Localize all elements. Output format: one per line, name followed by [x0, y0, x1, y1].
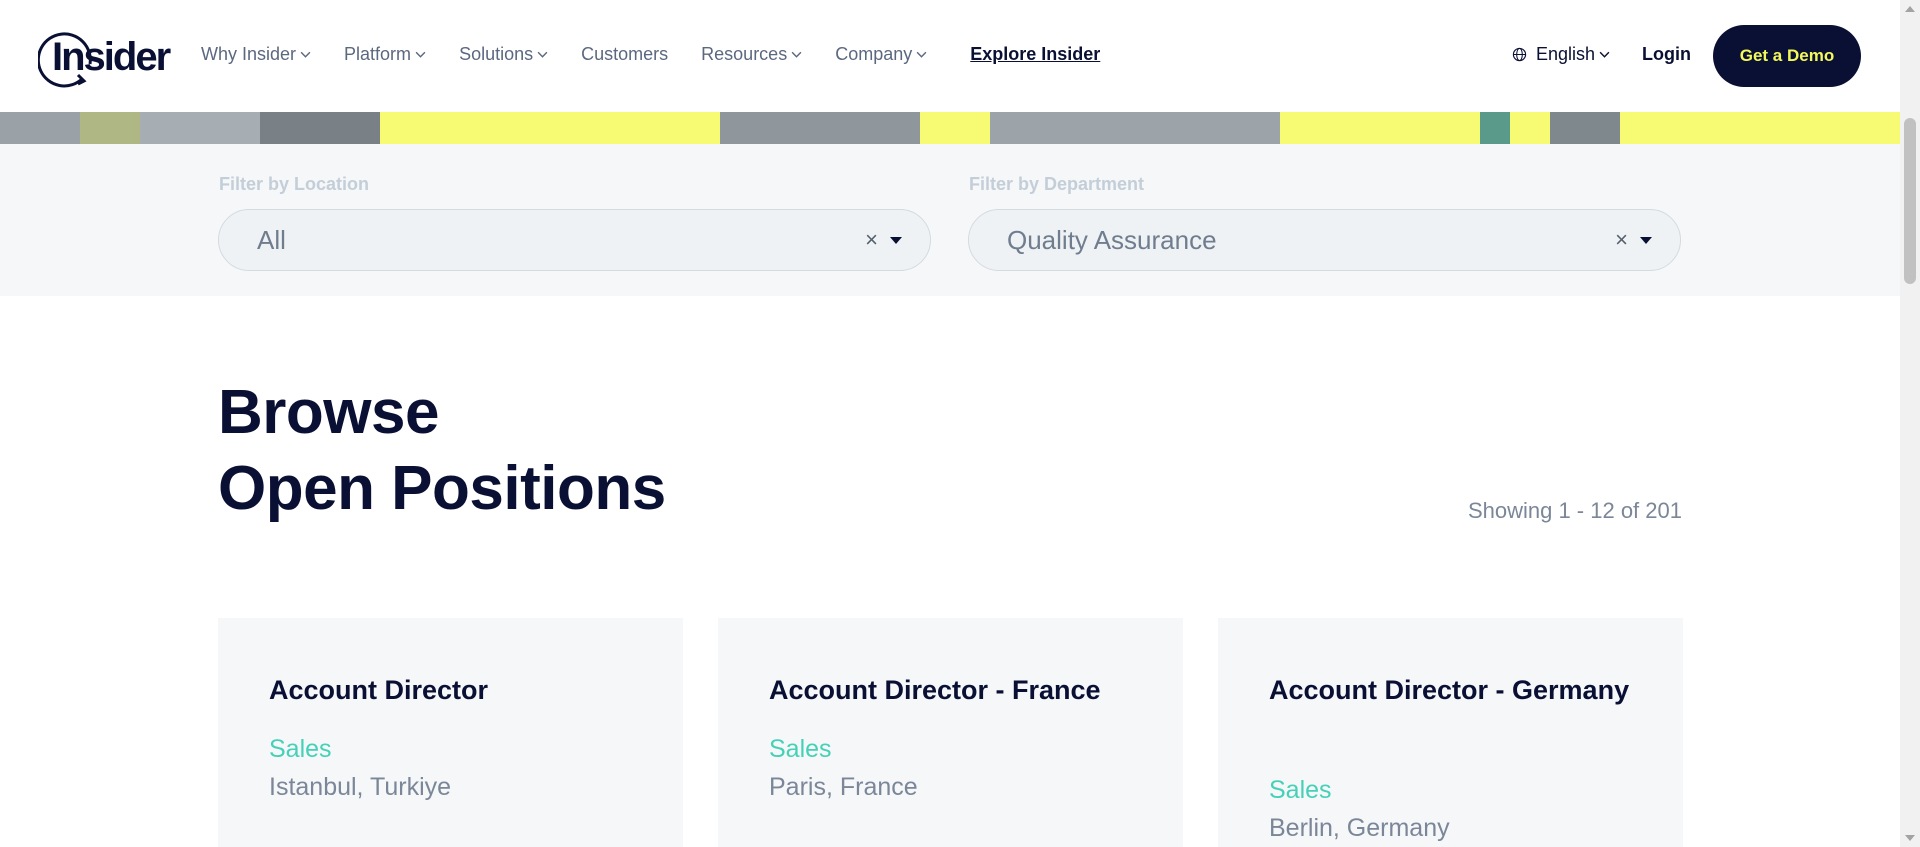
nav-solutions[interactable]: Solutions: [459, 44, 548, 65]
nav-label: Platform: [344, 44, 412, 64]
logo-text: Insider: [52, 34, 171, 79]
nav-label: Company: [835, 44, 913, 64]
scrollbar-thumb[interactable]: [1904, 118, 1916, 284]
page-title: Browse Open Positions: [218, 375, 666, 527]
main-nav: Why Insider Platform Solutions Customers…: [201, 44, 1133, 65]
nav-company[interactable]: Company: [835, 44, 927, 65]
job-location: Istanbul, Turkiye: [269, 773, 452, 801]
insider-logo[interactable]: Insider: [38, 26, 171, 88]
scroll-up-arrow-icon[interactable]: [1905, 6, 1915, 12]
clear-department-icon[interactable]: ×: [1615, 227, 1628, 253]
job-card[interactable]: Account Director - Germany Sales Berlin,…: [1218, 618, 1683, 847]
language-selector[interactable]: English: [1512, 44, 1610, 65]
job-department: Sales: [1269, 776, 1332, 804]
login-link[interactable]: Login: [1642, 44, 1691, 65]
nav-why-insider[interactable]: Why Insider: [201, 44, 311, 65]
chevron-down-icon: [1599, 51, 1610, 58]
filter-section: Filter by Location All × Filter by Depar…: [0, 144, 1900, 296]
clear-location-icon[interactable]: ×: [865, 227, 878, 253]
job-card[interactable]: Account Director Sales Istanbul, Turkiye: [218, 618, 683, 847]
department-filter-label: Filter by Department: [969, 174, 1145, 194]
get-a-demo-button[interactable]: Get a Demo: [1713, 25, 1861, 87]
site-header: Insider Why Insider Platform Solutions C…: [0, 0, 1900, 112]
page-scrollbar[interactable]: [1900, 0, 1920, 847]
language-label: English: [1536, 44, 1596, 64]
job-title: Account Director - Germany: [1269, 675, 1630, 705]
chevron-down-icon: [537, 51, 548, 58]
nav-customers[interactable]: Customers: [581, 44, 668, 65]
chevron-down-icon: [415, 51, 426, 58]
chevron-down-icon: [300, 51, 311, 58]
hero-image: [0, 112, 1900, 144]
location-filter-label: Filter by Location: [219, 174, 370, 194]
job-location: Berlin, Germany: [1269, 814, 1450, 842]
nav-label: Customers: [581, 44, 669, 64]
chevron-down-icon: [791, 51, 802, 58]
explore-insider-link[interactable]: Explore Insider: [970, 44, 1100, 65]
nav-label: Solutions: [459, 44, 534, 64]
title-line-1: Browse: [218, 378, 439, 447]
job-card[interactable]: Account Director - France Sales Paris, F…: [718, 618, 1183, 847]
nav-label: Resources: [701, 44, 788, 64]
caret-down-icon[interactable]: [890, 236, 902, 244]
nav-platform[interactable]: Platform: [344, 44, 426, 65]
caret-down-icon[interactable]: [1640, 236, 1652, 244]
location-filter-select[interactable]: All ×: [218, 209, 931, 271]
nav-label: Why Insider: [201, 44, 297, 64]
location-filter-value: All: [257, 224, 286, 255]
job-department: Sales: [769, 735, 832, 763]
job-department: Sales: [269, 735, 332, 763]
job-location: Paris, France: [769, 773, 918, 801]
nav-resources[interactable]: Resources: [701, 44, 802, 65]
job-title: Account Director - France: [769, 675, 1101, 705]
chevron-down-icon: [916, 51, 927, 58]
department-filter-select[interactable]: Quality Assurance ×: [968, 209, 1681, 271]
results-count: Showing 1 - 12 of 201: [1467, 498, 1682, 523]
scroll-down-arrow-icon[interactable]: [1905, 835, 1915, 841]
title-line-2: Open Positions: [218, 454, 666, 523]
department-filter-value: Quality Assurance: [1007, 224, 1217, 255]
globe-icon: [1512, 47, 1527, 62]
job-title: Account Director: [269, 675, 489, 705]
